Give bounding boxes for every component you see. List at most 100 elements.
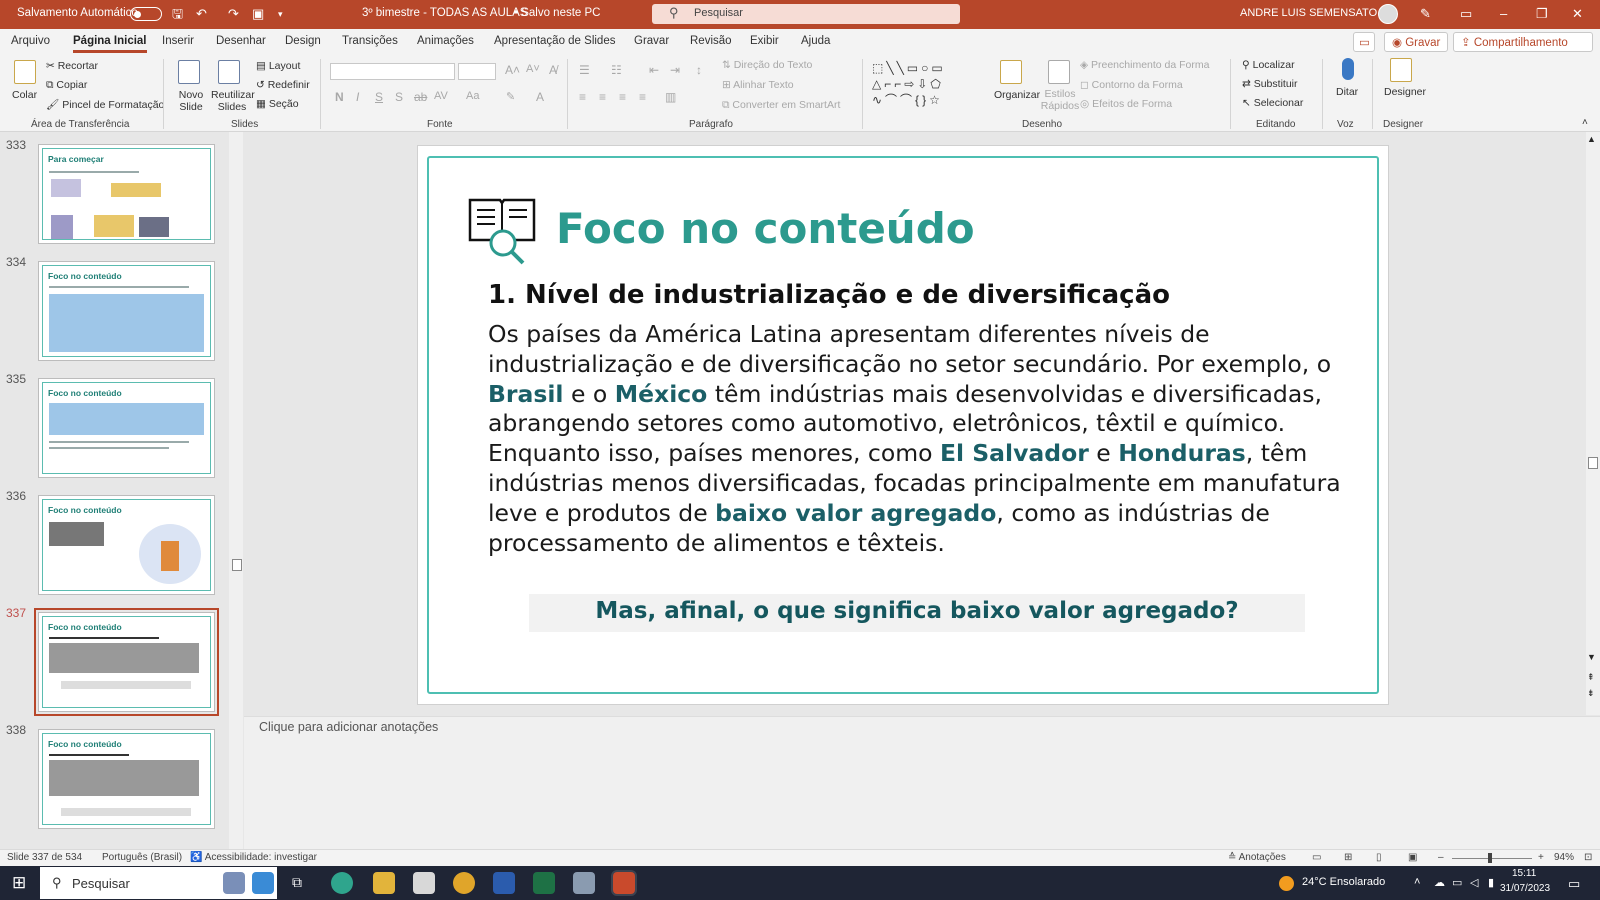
- font-family-select[interactable]: [330, 63, 455, 80]
- widget-icon[interactable]: [223, 872, 245, 894]
- slide-thumbnail[interactable]: Foco no conteúdo: [38, 261, 215, 361]
- new-slide-button[interactable]: Novo Slide: [176, 89, 206, 113]
- slide-thumbnail[interactable]: Para começar: [38, 144, 215, 244]
- paste-icon[interactable]: [14, 60, 36, 84]
- quick-styles-button[interactable]: Estilos Rápidos: [1040, 88, 1080, 112]
- scroll-thumb[interactable]: [1588, 457, 1598, 469]
- tab-desenhar[interactable]: Desenhar: [216, 35, 266, 47]
- zoom-level[interactable]: 94%: [1554, 852, 1574, 863]
- smartart-button[interactable]: ⧉ Converter em SmartArt: [722, 99, 840, 112]
- justify-icon[interactable]: ≡: [639, 90, 646, 104]
- shape-fill-button[interactable]: ◈ Preenchimento da Forma: [1080, 59, 1209, 71]
- numbering-icon[interactable]: ☷: [611, 63, 622, 77]
- save-icon[interactable]: 🖫: [172, 6, 183, 22]
- microphone-icon[interactable]: [1342, 58, 1354, 80]
- align-center-icon[interactable]: ≡: [599, 90, 606, 104]
- bullets-icon[interactable]: ☰: [579, 63, 590, 77]
- reuse-slides-icon[interactable]: [218, 60, 240, 84]
- widget-icon[interactable]: [252, 872, 274, 894]
- notifications-icon[interactable]: ▭: [1568, 876, 1580, 892]
- align-right-icon[interactable]: ≡: [619, 90, 626, 104]
- reading-view-icon[interactable]: ▯: [1376, 852, 1382, 863]
- windows-start-icon[interactable]: ⊞: [12, 873, 26, 893]
- select-button[interactable]: ↖ Selecionar: [1242, 97, 1303, 109]
- record-button[interactable]: ◉ Gravar: [1384, 32, 1449, 52]
- designer-button[interactable]: Designer: [1384, 86, 1426, 98]
- app-icon[interactable]: [573, 872, 595, 894]
- shape-effects-button[interactable]: ◎ Efeitos de Forma: [1080, 98, 1172, 110]
- share-button[interactable]: ⇪ Compartilhamento: [1453, 32, 1593, 52]
- line-spacing-icon[interactable]: ↕: [696, 63, 702, 77]
- pen-icon[interactable]: ✎: [1420, 6, 1431, 22]
- tab-ajuda[interactable]: Ajuda: [801, 35, 830, 47]
- clear-format-icon[interactable]: A̸: [549, 63, 557, 77]
- format-painter-button[interactable]: 🖌 Pincel de Formatação: [46, 98, 164, 111]
- dictate-button[interactable]: Ditar: [1336, 86, 1358, 98]
- task-view-icon[interactable]: ⧉: [292, 874, 302, 891]
- autosave-toggle[interactable]: [130, 7, 162, 21]
- comments-button[interactable]: ▭: [1353, 32, 1375, 52]
- language-indicator[interactable]: Português (Brasil): [102, 852, 182, 863]
- zoom-out-icon[interactable]: –: [1438, 852, 1444, 863]
- reuse-slides-button[interactable]: Reutilizar Slides: [211, 89, 255, 113]
- file-explorer-icon[interactable]: [373, 872, 395, 894]
- volume-icon[interactable]: ◁: [1470, 876, 1478, 889]
- notes-pane[interactable]: Clique para adicionar anotações: [244, 716, 1600, 849]
- designer-icon[interactable]: [1390, 58, 1412, 82]
- tab-revisao[interactable]: Revisão: [690, 35, 732, 47]
- columns-icon[interactable]: ▥: [665, 90, 676, 104]
- fit-to-window-icon[interactable]: ⊡: [1584, 852, 1592, 863]
- minimize-icon[interactable]: –: [1500, 6, 1507, 22]
- tray-chevron-icon[interactable]: ˄: [1414, 876, 1420, 888]
- grow-font-icon[interactable]: A˄: [505, 63, 520, 77]
- change-case-icon[interactable]: Aa: [466, 90, 479, 102]
- shrink-font-icon[interactable]: A˅: [526, 63, 540, 75]
- strikethrough-icon[interactable]: ab: [414, 90, 427, 104]
- next-slide-icon[interactable]: ⇟: [1587, 688, 1595, 699]
- clock-time[interactable]: 15:11: [1512, 868, 1536, 879]
- customize-qat-icon[interactable]: ▾: [278, 6, 283, 22]
- onedrive-icon[interactable]: ☁: [1434, 876, 1445, 889]
- decrease-indent-icon[interactable]: ⇤: [649, 63, 659, 77]
- tab-design[interactable]: Design: [285, 35, 321, 47]
- shapes-gallery[interactable]: ⬚╲╲▭○▭ △⌐⌐⇨⇩⬠ ∿⌒⌒{}☆: [872, 60, 980, 110]
- new-slide-icon[interactable]: [178, 60, 200, 84]
- maximize-icon[interactable]: ❐: [1536, 6, 1548, 22]
- normal-view-icon[interactable]: ▭: [1312, 852, 1321, 863]
- word-icon[interactable]: [493, 872, 515, 894]
- text-direction-button[interactable]: ⇅ Direção do Texto: [722, 59, 812, 71]
- arrange-icon[interactable]: [1000, 60, 1022, 84]
- align-text-button[interactable]: ⊞ Alinhar Texto: [722, 79, 794, 91]
- chrome-icon[interactable]: [453, 872, 475, 894]
- slide-thumbnail[interactable]: Foco no conteúdo: [38, 729, 215, 829]
- highlight-icon[interactable]: ✎: [506, 90, 515, 103]
- weather-icon[interactable]: [1279, 876, 1294, 891]
- previous-slide-icon[interactable]: ⇞: [1587, 672, 1595, 683]
- shape-outline-button[interactable]: ◻ Contorno da Forma: [1080, 79, 1183, 91]
- replace-button[interactable]: ⇄ Substituir: [1242, 78, 1298, 90]
- network-icon[interactable]: ▭: [1452, 876, 1462, 889]
- arrange-button[interactable]: Organizar: [994, 89, 1040, 101]
- scroll-down-icon[interactable]: ▼: [1587, 652, 1596, 662]
- scroll-up-icon[interactable]: ▲: [1587, 134, 1596, 144]
- powerpoint-icon[interactable]: [611, 870, 637, 896]
- shadow-icon[interactable]: S: [395, 90, 403, 104]
- weather-text[interactable]: 24°C Ensolarado: [1302, 876, 1385, 888]
- tab-inserir[interactable]: Inserir: [162, 35, 194, 47]
- accessibility-button[interactable]: ♿ Acessibilidade: investigar: [190, 852, 317, 863]
- tab-transicoes[interactable]: Transições: [342, 35, 398, 47]
- slide-thumbnail-current[interactable]: Foco no conteúdo: [34, 608, 219, 716]
- ribbon-display-icon[interactable]: ▭: [1460, 6, 1472, 22]
- section-button[interactable]: ▦ Seção: [256, 98, 299, 110]
- increase-indent-icon[interactable]: ⇥: [670, 63, 680, 77]
- tab-arquivo[interactable]: Arquivo: [11, 35, 50, 47]
- find-button[interactable]: ⚲ Localizar: [1242, 59, 1295, 71]
- notes-button[interactable]: ≙ Anotações: [1228, 852, 1286, 863]
- spacing-icon[interactable]: AV: [434, 90, 448, 102]
- reset-button[interactable]: ↺ Redefinir: [256, 79, 310, 91]
- slide-thumbnail[interactable]: Foco no conteúdo: [38, 495, 215, 595]
- slideshow-view-icon[interactable]: ▣: [1408, 852, 1417, 863]
- tab-apresentacao[interactable]: Apresentação de Slides: [494, 35, 615, 47]
- collapse-ribbon-icon[interactable]: ˄: [1582, 117, 1588, 128]
- zoom-in-icon[interactable]: +: [1538, 852, 1544, 863]
